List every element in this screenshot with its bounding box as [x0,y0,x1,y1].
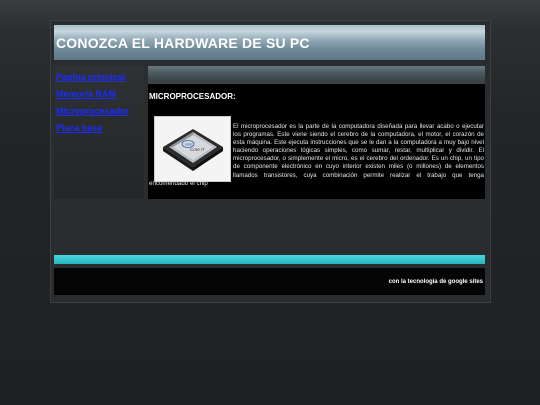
sidebar-item-memoria-ram[interactable]: Memoria RAM [56,89,116,99]
site-header: CONOZCA EL HARDWARE DE SU PC [54,25,485,60]
content-header-bar [148,66,485,80]
accent-bar [54,255,485,264]
site-title: CONOZCA EL HARDWARE DE SU PC [56,35,310,51]
sidebar: Pagina principal Memoria RAM Microproces… [54,66,144,199]
description-text: El microprocesador es la parte de la com… [149,123,484,188]
footer-credit[interactable]: con la tecnología de google sites [389,279,483,285]
sidebar-item-placa-base[interactable]: Placa base [56,123,103,133]
sidebar-item-pagina-principal[interactable]: Pagina principal [56,72,126,82]
page-title: MICROPROCESADOR: [149,92,236,101]
site-footer: con la tecnología de google sites [54,268,485,295]
sidebar-item-microprocesador[interactable]: Microprocesador [56,106,129,116]
